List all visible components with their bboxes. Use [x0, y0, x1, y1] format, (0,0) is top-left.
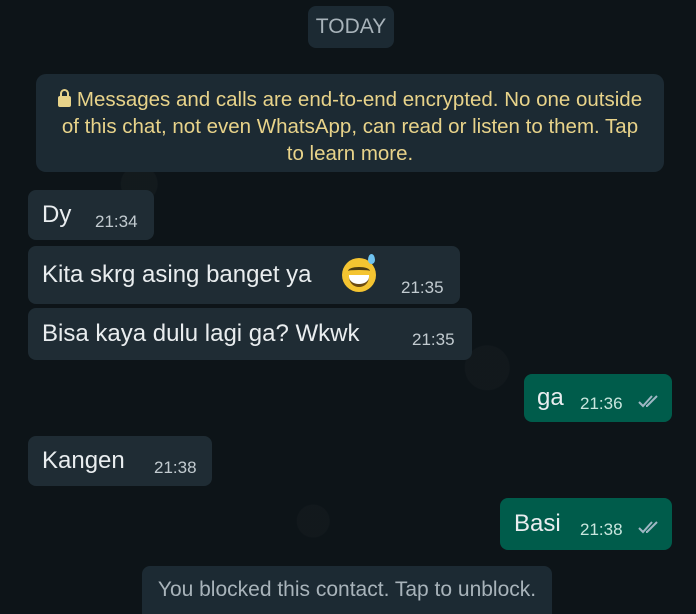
message-incoming[interactable]: Kita skrg asing banget ya 21:35	[28, 246, 460, 304]
sweat-drop-icon	[368, 254, 375, 264]
encryption-notice[interactable]: Messages and calls are end-to-end encryp…	[36, 74, 664, 172]
message-time: 21:35	[401, 278, 444, 297]
lock-icon	[57, 89, 71, 107]
encryption-notice-text: Messages and calls are end-to-end encryp…	[61, 88, 643, 165]
message-text: ga	[537, 384, 564, 411]
message-text: Kita skrg asing banget ya	[42, 261, 312, 288]
message-time: 21:38	[580, 520, 623, 539]
date-chip-label: TODAY	[315, 15, 387, 38]
double-tick-icon	[638, 521, 658, 534]
message-text: Bisa kaya dulu lagi ga? Wkwk	[42, 320, 360, 347]
message-outgoing[interactable]: ga 21:36	[524, 374, 672, 422]
message-text: Basi	[514, 510, 561, 537]
blocked-contact-text: You blocked this contact. Tap to unblock…	[157, 578, 537, 601]
message-incoming[interactable]: Kangen 21:38	[28, 436, 212, 486]
message-outgoing[interactable]: Basi 21:38	[500, 498, 672, 550]
message-text: Kangen	[42, 447, 125, 474]
message-incoming[interactable]: Dy 21:34	[28, 190, 154, 240]
date-chip: TODAY	[308, 6, 394, 48]
message-time: 21:38	[154, 458, 197, 477]
message-incoming[interactable]: Bisa kaya dulu lagi ga? Wkwk 21:35	[28, 308, 472, 360]
blocked-contact-banner[interactable]: You blocked this contact. Tap to unblock…	[142, 566, 552, 614]
message-time: 21:36	[580, 394, 623, 413]
message-time: 21:34	[95, 212, 138, 231]
message-time: 21:35	[412, 330, 455, 349]
chat-area[interactable]: TODAY Messages and calls are end-to-end …	[0, 0, 696, 614]
message-text: Dy	[42, 201, 72, 228]
double-tick-icon	[638, 395, 658, 408]
